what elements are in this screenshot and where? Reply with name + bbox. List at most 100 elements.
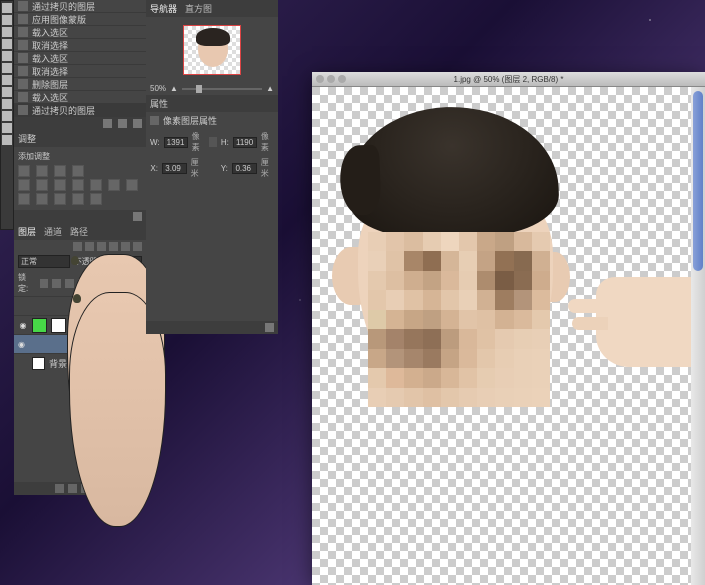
filter-shape-icon[interactable]	[121, 242, 130, 251]
right-panel: 导航器 直方图 50% ▲ ▲ 属性 像素图层属性 W: 1391 像素 H: …	[146, 0, 278, 334]
tool-move[interactable]	[2, 3, 12, 13]
minimize-icon[interactable]	[327, 75, 335, 83]
visibility-icon[interactable]: ◉	[18, 339, 25, 349]
tool-clone[interactable]	[2, 111, 12, 121]
tool-gradient[interactable]	[2, 123, 12, 133]
zoom-out-icon[interactable]: ▲	[170, 84, 178, 93]
history-item[interactable]: 通过拷贝的图层	[14, 104, 146, 117]
layers-list: 图层 1◉颜色填充 1◉图层 2背景	[14, 296, 146, 372]
lock-pos-icon[interactable]	[65, 279, 74, 288]
adj-brightness[interactable]	[18, 165, 30, 177]
link-layers-icon[interactable]	[55, 484, 64, 493]
tab-histogram[interactable]: 直方图	[185, 2, 212, 15]
pixel-layer-icon	[150, 116, 159, 125]
pixel	[495, 232, 513, 251]
pixel	[477, 349, 495, 368]
tab-channels[interactable]: 通道	[44, 225, 62, 238]
x-value[interactable]: 3.09	[162, 163, 186, 174]
fx-icon[interactable]	[68, 484, 77, 493]
history-options	[14, 117, 146, 130]
zoom-knob[interactable]	[196, 85, 202, 93]
zoom-in-icon[interactable]: ▲	[266, 84, 274, 93]
adj-invert[interactable]	[18, 193, 30, 205]
history-item[interactable]: 应用图像蒙版	[14, 13, 146, 26]
navigator-preview[interactable]	[146, 17, 278, 82]
layer-mask-thumbnail[interactable]	[51, 318, 66, 333]
tool-brush[interactable]	[2, 39, 12, 49]
canvas[interactable]	[312, 87, 691, 585]
tool-shape[interactable]	[2, 75, 12, 85]
h-value[interactable]: 1190	[233, 137, 257, 148]
prop-opt-icon[interactable]	[265, 323, 274, 332]
adj-curves[interactable]	[54, 165, 66, 177]
lock-trans-icon[interactable]	[40, 279, 49, 288]
w-value[interactable]: 1391	[164, 137, 188, 148]
pixel	[404, 368, 422, 387]
adj-lookup[interactable]	[126, 179, 138, 191]
left-panel: 通过拷贝的图层应用图像蒙版载入选区取消选择载入选区取消选择删除图层载入选区通过拷…	[14, 0, 146, 495]
tool-crop[interactable]	[2, 63, 12, 73]
lock-pixel-icon[interactable]	[52, 279, 61, 288]
document-titlebar[interactable]: 1.jpg @ 50% (图层 2, RGB/8) *	[312, 72, 705, 87]
link-wh-icon[interactable]	[209, 137, 217, 147]
visibility-icon[interactable]	[18, 358, 28, 368]
layer-thumbnail[interactable]	[32, 318, 47, 333]
adj-bw[interactable]	[72, 179, 84, 191]
history-item[interactable]: 通过拷贝的图层	[14, 0, 146, 13]
zoom-slider[interactable]	[182, 88, 262, 90]
history-item[interactable]: 载入选区	[14, 52, 146, 65]
filter-type-icon[interactable]	[109, 242, 118, 251]
adj-poster[interactable]	[36, 193, 48, 205]
y-value[interactable]: 0.36	[232, 163, 256, 174]
history-item[interactable]: 载入选区	[14, 26, 146, 39]
snapshot-icon[interactable]	[103, 119, 112, 128]
tab-paths[interactable]: 路径	[70, 225, 88, 238]
pixel	[441, 329, 459, 348]
adj-exposure[interactable]	[72, 165, 84, 177]
tab-layers[interactable]: 图层	[18, 225, 36, 238]
blend-mode-select[interactable]: 正常	[18, 255, 70, 268]
tool-type[interactable]	[2, 51, 12, 61]
adj-photo[interactable]	[90, 179, 102, 191]
pixel	[459, 349, 477, 368]
tool-marquee[interactable]	[2, 15, 12, 25]
filter-adj-icon[interactable]	[97, 242, 106, 251]
visibility-icon[interactable]	[18, 301, 23, 311]
filter-kind-icon[interactable]	[73, 242, 82, 251]
adj-map[interactable]	[72, 193, 84, 205]
history-step-icon	[18, 105, 28, 115]
document-window: 1.jpg @ 50% (图层 2, RGB/8) *	[312, 72, 705, 585]
scrollbar-thumb[interactable]	[693, 91, 703, 271]
history-item[interactable]: 取消选择	[14, 39, 146, 52]
new-state-icon[interactable]	[118, 119, 127, 128]
tab-navigator[interactable]: 导航器	[150, 2, 177, 15]
history-item[interactable]: 删除图层	[14, 78, 146, 91]
adj-opt-icon[interactable]	[133, 212, 142, 221]
tool-eyedrop[interactable]	[2, 87, 12, 97]
close-icon[interactable]	[316, 75, 324, 83]
adj-hue[interactable]	[36, 179, 48, 191]
adj-vibrance[interactable]	[18, 179, 30, 191]
zoom-value[interactable]: 50%	[150, 84, 166, 93]
history-item[interactable]: 载入选区	[14, 91, 146, 104]
filter-pixel-icon[interactable]	[85, 242, 94, 251]
adj-levels[interactable]	[36, 165, 48, 177]
layers-tabs: 图层 通道 路径	[14, 223, 146, 240]
trash-icon[interactable]	[133, 119, 142, 128]
tool-lasso[interactable]	[2, 27, 12, 37]
zoom-icon[interactable]	[338, 75, 346, 83]
visibility-icon[interactable]: ◉	[18, 320, 28, 330]
tool-heal[interactable]	[2, 99, 12, 109]
tool-zoom[interactable]	[2, 135, 12, 145]
adj-thresh[interactable]	[54, 193, 66, 205]
layer-thumbnail[interactable]	[32, 357, 45, 370]
history-item[interactable]: 取消选择	[14, 65, 146, 78]
vertical-scrollbar[interactable]	[691, 87, 705, 585]
adj-select[interactable]	[90, 193, 102, 205]
pixel	[459, 232, 477, 251]
filter-smart-icon[interactable]	[133, 242, 142, 251]
layer-row[interactable]: ◉图层 2	[14, 334, 146, 353]
adj-balance[interactable]	[54, 179, 66, 191]
pixel	[532, 349, 550, 368]
adj-mixer[interactable]	[108, 179, 120, 191]
